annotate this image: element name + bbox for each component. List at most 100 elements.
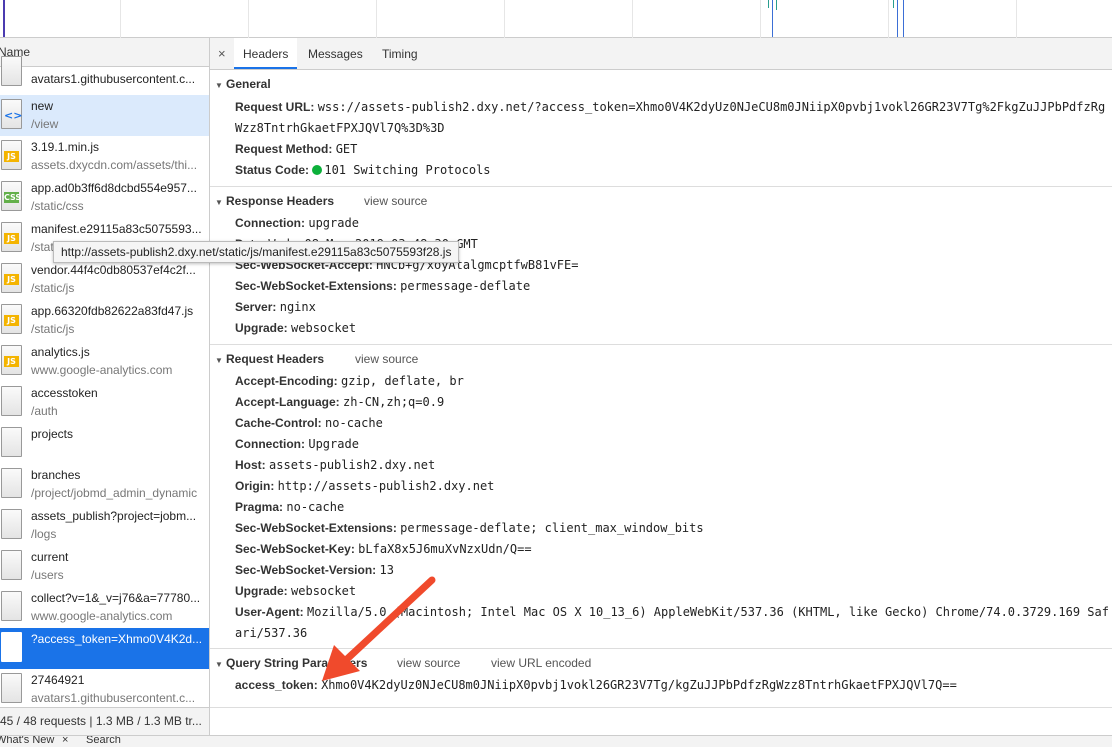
- details-tab-bar: × Headers Messages Timing: [210, 38, 1112, 70]
- header-value: websocket: [291, 584, 357, 598]
- request-row[interactable]: accesstoken/auth: [0, 382, 209, 423]
- timeline-gridline: [760, 0, 761, 38]
- request-headers-section: ▼ Request Headers view source Accept-Enco…: [210, 344, 1112, 646]
- timeline-marker: [768, 0, 769, 8]
- blank-file-icon: [1, 468, 22, 498]
- request-row[interactable]: ?access_token=Xhmo0V4K2d...: [0, 628, 209, 669]
- request-url-key: Request URL:: [235, 100, 315, 114]
- status-dot-icon: [312, 165, 323, 175]
- request-row[interactable]: current/users: [0, 546, 209, 587]
- header-value: zh-CN,zh;q=0.9: [343, 395, 445, 409]
- request-path: /static/css: [31, 199, 84, 213]
- request-row[interactable]: collect?v=1&_v=j76&a=77780... www.google-…: [0, 587, 209, 628]
- status-code-key: Status Code:: [235, 163, 310, 177]
- header-value: http://assets-publish2.dxy.net: [277, 479, 495, 493]
- header-value: gzip, deflate, br: [341, 374, 464, 388]
- request-row[interactable]: avatars1.githubusercontent.c...: [0, 56, 209, 94]
- js-file-icon: JS: [1, 304, 22, 334]
- response-headers-title: Response Headers: [226, 194, 335, 208]
- header-row: Upgrade: websocket: [235, 321, 356, 335]
- header-key: Host:: [235, 458, 266, 472]
- request-path: www.google-analytics.com: [31, 363, 173, 377]
- request-details-panel: × Headers Messages Timing ▼ General Reque…: [210, 38, 1112, 735]
- header-row: Server: nginx: [235, 300, 316, 314]
- request-row[interactable]: assets_publish?project=jobm... /logs: [0, 505, 209, 546]
- status-code-row: Status Code: 101 Switching Protocols: [235, 163, 491, 177]
- blank-file-icon: [1, 550, 22, 580]
- request-url-value: wss://assets-publish2.dxy.net/?access_to…: [317, 100, 1106, 114]
- name-column-header[interactable]: Name: [0, 38, 209, 67]
- query-string-toggle[interactable]: ▼ Query String Parameters: [215, 656, 367, 670]
- header-row: User-Agent: Mozilla/5.0 (Macintosh; Inte…: [235, 605, 1109, 619]
- header-row: Connection: upgrade: [235, 216, 359, 230]
- header-key: Sec-WebSocket-Extensions:: [235, 521, 397, 535]
- timeline-gridline: [1016, 0, 1017, 38]
- request-name: vendor.44f4c0db80537ef4c2f...: [31, 263, 196, 277]
- response-view-source-link[interactable]: view source: [364, 194, 427, 208]
- js-file-icon: JS: [1, 222, 22, 252]
- tab-headers[interactable]: Headers: [234, 38, 298, 69]
- request-name: projects: [31, 427, 74, 441]
- blank-file-icon: [1, 591, 22, 621]
- response-headers-toggle[interactable]: ▼ Response Headers: [215, 194, 334, 208]
- request-row[interactable]: branches/project/jobmd_admin_dynamic: [0, 464, 209, 505]
- timeline-marker: [893, 0, 894, 8]
- close-icon[interactable]: ×: [62, 736, 68, 746]
- timeline-gridline: [888, 0, 889, 38]
- request-name: 3.19.1.min.js: [31, 140, 100, 154]
- header-value: Upgrade: [308, 437, 359, 451]
- access-token-key: access_token:: [235, 678, 318, 692]
- header-row: Pragma: no-cache: [235, 500, 344, 514]
- header-row: Accept-Encoding: gzip, deflate, br: [235, 374, 464, 388]
- bottom-drawer-tabs: What's New × Search: [0, 735, 1112, 747]
- access-token-row: access_token: Xhmo0V4K2dyUz0NJeCU8m0JNii…: [235, 678, 957, 692]
- timeline-marker: [776, 0, 777, 10]
- general-section-title: General: [226, 77, 271, 91]
- request-headers-title: Request Headers: [226, 352, 325, 366]
- user-agent-row-cont: ari/537.36: [235, 626, 307, 640]
- request-row[interactable]: <> new/view: [0, 95, 209, 136]
- request-name: app.ad0b3ff6d8dcbd554e957...: [31, 181, 197, 195]
- view-url-encoded-link[interactable]: view URL encoded: [491, 656, 591, 670]
- request-method-row: Request Method: GET: [235, 142, 357, 156]
- triangle-down-icon: ▼: [215, 81, 223, 90]
- css-file-icon: CSS: [1, 181, 22, 211]
- blank-file-icon: [1, 509, 22, 539]
- request-row[interactable]: JS analytics.js www.google-analytics.com: [0, 341, 209, 382]
- request-row[interactable]: JS vendor.44f4c0db80537ef4c2f... /static/j…: [0, 259, 209, 300]
- request-row[interactable]: CSS app.ad0b3ff6d8dcbd554e957... /static/c…: [0, 177, 209, 218]
- request-row[interactable]: projects: [0, 423, 209, 464]
- blank-file-icon: [1, 673, 22, 703]
- triangle-down-icon: ▼: [215, 198, 223, 207]
- request-name: avatars1.githubusercontent.c...: [31, 72, 196, 86]
- blank-file-icon: [1, 56, 22, 86]
- request-url-row: Request URL: wss://assets-publish2.dxy.n…: [235, 100, 1105, 114]
- header-key: Upgrade:: [235, 584, 288, 598]
- request-name: app.66320fdb82622a83fd47.js: [31, 304, 194, 318]
- query-view-source-link[interactable]: view source: [397, 656, 460, 670]
- user-agent-value-cont: ari/537.36: [235, 626, 308, 640]
- drawer-tab-whats-new[interactable]: What's New: [0, 736, 54, 746]
- request-headers-toggle[interactable]: ▼ Request Headers: [215, 352, 324, 366]
- tab-timing[interactable]: Timing: [382, 38, 418, 69]
- tab-messages[interactable]: Messages: [308, 38, 363, 69]
- request-view-source-link[interactable]: view source: [355, 352, 418, 366]
- request-row[interactable]: JS app.66320fdb82622a83fd47.js/static/js: [0, 300, 209, 341]
- timeline-overview[interactable]: [0, 0, 1112, 38]
- blank-file-icon: [1, 386, 22, 416]
- request-path: /static/js: [31, 322, 75, 336]
- request-row[interactable]: JS 3.19.1.min.js assets.dxycdn.com/assets/…: [0, 136, 209, 177]
- header-row: Connection: Upgrade: [235, 437, 359, 451]
- close-icon[interactable]: ×: [218, 46, 226, 61]
- request-row[interactable]: 27464921 avatars1.githubusercontent.c...: [0, 669, 209, 710]
- header-row: Sec-WebSocket-Extensions: permessage-def…: [235, 279, 530, 293]
- request-path: www.google-analytics.com: [31, 609, 173, 623]
- request-path: /auth: [31, 404, 58, 418]
- query-string-section: ▼ Query String Parameters view source vie…: [210, 648, 1112, 708]
- request-path: /users: [31, 568, 64, 582]
- timeline-marker: [772, 0, 773, 37]
- general-section-toggle[interactable]: ▼ General: [215, 77, 271, 91]
- header-value: bLfaX8x5J6muXvNzxUdn/Q==: [358, 542, 532, 556]
- drawer-tab-search[interactable]: Search: [86, 736, 121, 746]
- header-key: Cache-Control:: [235, 416, 322, 430]
